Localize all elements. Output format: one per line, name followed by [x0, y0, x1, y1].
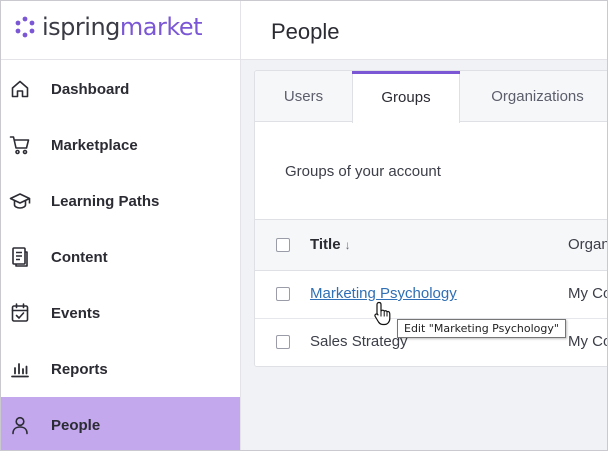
sidebar-item-marketplace[interactable]: Marketplace — [0, 117, 240, 173]
tab-groups[interactable]: Groups — [352, 71, 460, 123]
sidebar-item-events[interactable]: Events — [0, 285, 240, 341]
sidebar-item-reports[interactable]: Reports — [0, 341, 240, 397]
sidebar-item-people[interactable]: People — [0, 397, 240, 451]
sidebar-item-content[interactable]: Content — [0, 229, 240, 285]
sidebar-item-dashboard[interactable]: Dashboard — [0, 61, 240, 117]
edit-tooltip: Edit "Marketing Psychology" — [397, 319, 566, 338]
bar-chart-icon — [9, 358, 31, 380]
row-checkbox[interactable] — [276, 287, 290, 301]
sidebar-item-label: People — [51, 416, 101, 434]
row-checkbox[interactable] — [276, 335, 290, 349]
page-header: People — [241, 0, 608, 60]
section-title: Groups of your account — [285, 163, 441, 180]
calendar-check-icon — [9, 302, 31, 324]
main-area: People Users Groups Organizations Groups… — [241, 0, 608, 451]
cart-icon — [9, 134, 31, 156]
group-organization: My Co — [568, 285, 608, 302]
sidebar-item-label: Reports — [51, 360, 108, 378]
logo-spark-icon — [15, 16, 35, 38]
tab-users[interactable]: Users — [255, 71, 352, 122]
table-header: Title ↓ Organ — [255, 219, 608, 271]
ispring-market-logo[interactable]: ispringmarket — [14, 10, 203, 44]
sidebar-nav: Dashboard Marketplace Learning Paths Con… — [0, 61, 240, 451]
sidebar-item-label: Dashboard — [51, 80, 130, 98]
group-title-link[interactable]: Sales Strategy — [310, 333, 408, 350]
groups-table: Title ↓ Organ Marketing Psychology My Co… — [255, 219, 608, 366]
page-title: People — [271, 19, 340, 44]
hand-pointer-cursor-icon — [374, 301, 391, 326]
sidebar-item-learning-paths[interactable]: Learning Paths — [0, 173, 240, 229]
table-row: Marketing Psychology My Co — [255, 271, 608, 319]
graduation-cap-icon — [9, 190, 31, 212]
sidebar-divider — [0, 59, 240, 60]
column-header-title[interactable]: Title ↓ — [310, 236, 351, 253]
sort-down-icon: ↓ — [344, 237, 351, 252]
group-organization: My Co — [568, 333, 608, 350]
document-icon — [9, 246, 31, 268]
select-all-checkbox[interactable] — [276, 238, 290, 252]
sidebar-item-label: Events — [51, 304, 101, 322]
sidebar-item-label: Content — [51, 248, 108, 266]
sidebar-item-label: Marketplace — [51, 136, 138, 154]
group-title-link[interactable]: Marketing Psychology — [310, 285, 457, 302]
person-icon — [9, 414, 31, 436]
column-header-title-label: Title — [310, 236, 341, 253]
sidebar: ispringmarket Dashboard Marketplace Lear… — [0, 0, 241, 451]
tab-organizations[interactable]: Organizations — [460, 71, 608, 122]
logo-text: ispringmarket — [42, 13, 203, 41]
column-header-organization[interactable]: Organ — [568, 236, 608, 253]
tab-bar: Users Groups Organizations — [255, 71, 608, 123]
home-icon — [9, 78, 31, 100]
sidebar-item-label: Learning Paths — [51, 192, 160, 210]
